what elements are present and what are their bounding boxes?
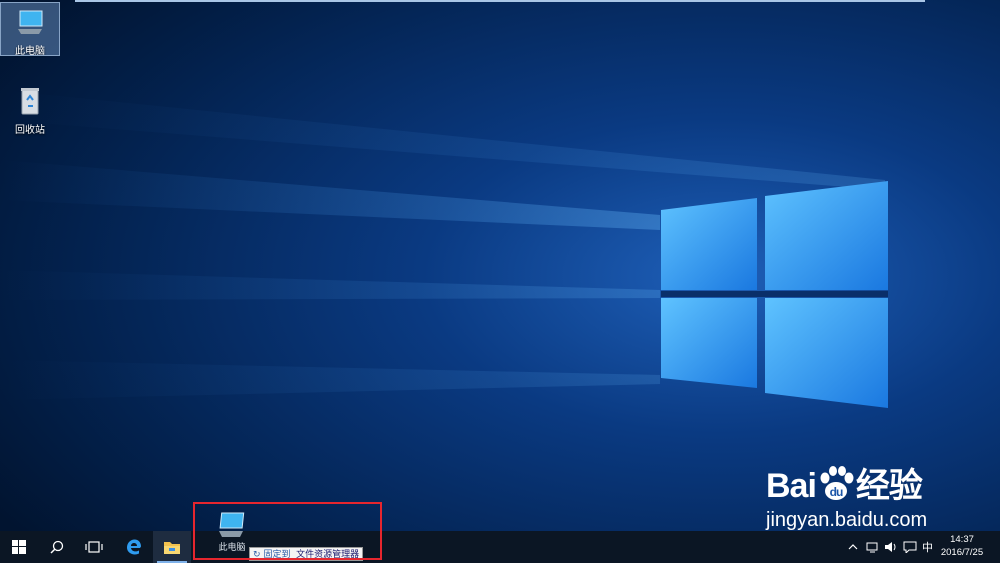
desktop-icon-recycle-bin[interactable]: 回收站 (1, 82, 59, 136)
network-button[interactable] (866, 539, 880, 555)
start-button[interactable] (0, 531, 38, 563)
action-center-button[interactable] (903, 539, 917, 555)
clock-date: 2016/7/25 (940, 547, 984, 558)
baidu-watermark: Bai du 经验 jingyan.baidu.com (766, 458, 927, 532)
logo-pane-bottom-left (661, 298, 757, 388)
task-view-button[interactable] (75, 531, 113, 563)
watermark-url: jingyan.baidu.com (766, 509, 928, 531)
paw-icon: du (820, 466, 854, 500)
task-view-icon (85, 541, 103, 553)
desktop-icon-this-pc[interactable]: 此电脑 (0, 2, 60, 57)
computer-icon (18, 10, 43, 34)
edge-icon (127, 539, 141, 555)
logo-pane-top-right (765, 181, 888, 290)
start-icon (12, 540, 26, 554)
recycle-bin-icon (21, 88, 39, 115)
search-icon (50, 540, 64, 554)
annotation-highlight-box (193, 502, 382, 560)
edge-button[interactable] (115, 531, 153, 563)
chevron-up-icon (848, 544, 858, 550)
network-icon (866, 542, 878, 553)
volume-icon (885, 542, 896, 552)
file-explorer-icon (164, 542, 180, 554)
watermark-brand-prefix: Bai (766, 467, 817, 505)
desktop-icon-label: 此电脑 (15, 46, 45, 57)
clock[interactable]: 14:37 2016/7/25 (932, 533, 992, 559)
logo-pane-bottom-right (765, 298, 888, 408)
svg-text:du: du (830, 485, 843, 499)
volume-button[interactable] (884, 539, 898, 555)
file-explorer-button[interactable] (153, 531, 191, 563)
desktop-wallpaper (0, 0, 1000, 531)
clock-time: 14:37 (950, 534, 974, 545)
notification-icon (903, 541, 917, 553)
top-edge-line (75, 0, 925, 2)
show-hidden-icons-button[interactable] (848, 539, 858, 555)
desktop-icon-label: 回收站 (15, 125, 45, 136)
search-button[interactable] (38, 531, 76, 563)
logo-pane-top-left (661, 198, 757, 290)
watermark-brand-suffix: 经验 (855, 467, 923, 505)
